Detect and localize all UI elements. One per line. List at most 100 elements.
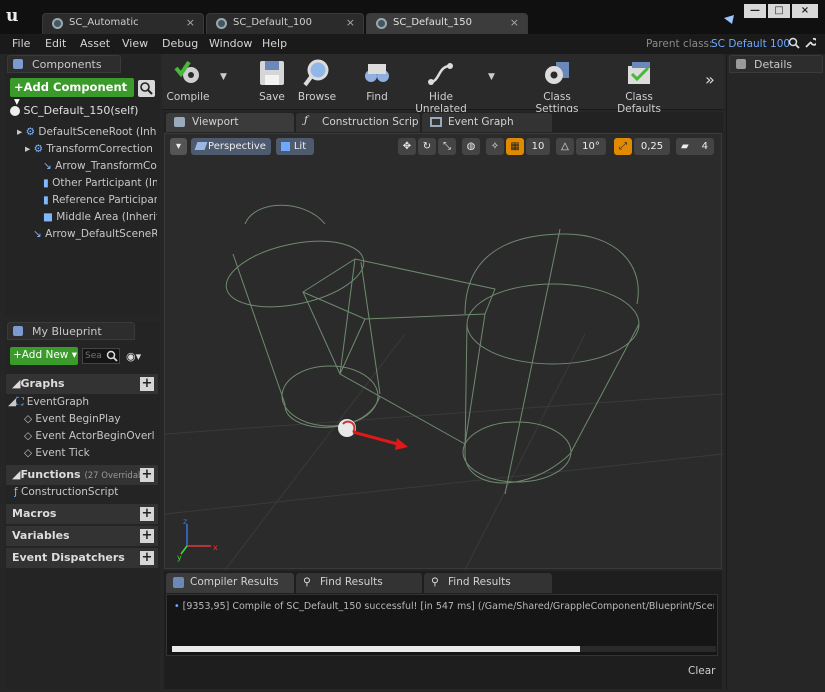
- tab-label: Event Graph: [448, 116, 514, 128]
- tree-item-transform-correction[interactable]: ▸ ⚙ TransformCorrection (Ir: [25, 143, 157, 155]
- parent-class-label: Parent class:: [646, 38, 713, 50]
- hide-unrelated-dropdown[interactable]: ▼: [488, 72, 495, 82]
- add-component-button[interactable]: +Add Component ▾: [10, 78, 134, 108]
- tab-find-results-2[interactable]: ⚲ Find Results: [424, 573, 552, 593]
- toolbar-overflow-chevron-icon[interactable]: »: [705, 70, 715, 89]
- bell-icon[interactable]: [722, 12, 736, 26]
- menu-debug[interactable]: Debug: [162, 37, 198, 50]
- class-settings-button[interactable]: Class Settings: [522, 56, 592, 115]
- tab-find-results-1[interactable]: ⚲ Find Results: [296, 573, 422, 593]
- components-search-button[interactable]: [138, 80, 155, 97]
- box-component-icon: ■: [43, 211, 53, 223]
- rotation-snap-value[interactable]: 10°: [576, 138, 606, 155]
- compiler-results-icon: [173, 577, 184, 588]
- functions-section-header[interactable]: ◢Functions (27 Overridable): [6, 465, 158, 485]
- event-dispatchers-section-header[interactable]: Event Dispatchers: [6, 548, 158, 568]
- tab-sc-default-150[interactable]: SC_Default_150 ×: [366, 13, 528, 34]
- add-graph-button[interactable]: +: [140, 377, 154, 391]
- event-graph-item[interactable]: ◢⛶ EventGraph: [8, 396, 156, 409]
- translate-mode-icon[interactable]: ✥: [398, 138, 416, 155]
- close-window-button[interactable]: ×: [792, 4, 818, 18]
- close-icon[interactable]: ×: [346, 16, 355, 29]
- hide-unrelated-button[interactable]: Hide Unrelated: [404, 56, 478, 115]
- rotate-mode-icon[interactable]: ↻: [418, 138, 436, 155]
- add-new-button[interactable]: +Add New ▾: [10, 347, 78, 365]
- search-icon[interactable]: [788, 37, 800, 49]
- blueprint-editor-window: u SC_Automatic × SC_Default_100 × SC_Def…: [0, 0, 825, 692]
- parent-class-link[interactable]: SC Default 100: [711, 38, 790, 50]
- close-icon[interactable]: ×: [186, 16, 195, 29]
- class-defaults-button[interactable]: Class Defaults: [602, 56, 676, 115]
- menu-file[interactable]: File: [12, 37, 30, 50]
- add-event-dispatcher-button[interactable]: +: [140, 551, 154, 565]
- construction-script-item[interactable]: ƒ ConstructionScript: [14, 486, 156, 498]
- event-actor-begin-overlap-item[interactable]: ◇ Event ActorBeginOverl: [24, 430, 156, 442]
- view-options-eye-icon[interactable]: ◉▾: [126, 350, 141, 363]
- save-button[interactable]: Save: [254, 56, 290, 108]
- tree-item-middle-area[interactable]: ■ Middle Area (Inherited: [43, 211, 157, 223]
- tree-item-reference-participant[interactable]: ▮ Reference Participant: [43, 194, 157, 206]
- compile-gear-check-icon: [173, 58, 203, 88]
- lit-button[interactable]: Lit: [276, 138, 314, 155]
- scale-snap-value[interactable]: 0,25: [634, 138, 670, 155]
- menu-view[interactable]: View: [122, 37, 148, 50]
- menu-asset[interactable]: Asset: [80, 37, 110, 50]
- perspective-button[interactable]: Perspective: [191, 138, 271, 155]
- compile-button[interactable]: Compile: [166, 56, 210, 108]
- tree-item-default-scene-root[interactable]: ▸ ⚙ DefaultSceneRoot (Inheri: [17, 126, 157, 138]
- minimize-button[interactable]: —: [744, 4, 766, 18]
- event-tick-item[interactable]: ◇ Event Tick: [24, 447, 156, 459]
- viewport-3d[interactable]: x z y: [164, 133, 724, 571]
- add-variable-button[interactable]: +: [140, 529, 154, 543]
- scrollbar-thumb[interactable]: [172, 646, 580, 652]
- close-icon[interactable]: ×: [510, 16, 519, 29]
- compiler-log-line[interactable]: • [9353,95] Compile of SC_Default_150 su…: [174, 601, 714, 612]
- menu-help[interactable]: Help: [262, 37, 287, 50]
- surface-snap-icon[interactable]: ✧: [486, 138, 504, 155]
- event-begin-play-item[interactable]: ◇ Event BeginPlay: [24, 413, 156, 425]
- browse-magnifier-icon: [302, 58, 332, 88]
- variables-section-header[interactable]: Variables: [6, 526, 158, 546]
- graphs-section-header[interactable]: ◢Graphs: [6, 374, 158, 394]
- browse-button[interactable]: Browse: [296, 56, 338, 108]
- macros-section-header[interactable]: Macros: [6, 504, 158, 524]
- svg-text:y: y: [177, 553, 182, 562]
- event-node-icon: ◇: [24, 447, 33, 459]
- component-self[interactable]: SC_Default_150(self): [10, 104, 158, 117]
- find-button[interactable]: Find: [360, 56, 394, 108]
- compile-options-dropdown[interactable]: ▼: [220, 72, 227, 82]
- tree-item-other-participant[interactable]: ▮ Other Participant (Inh: [43, 177, 157, 189]
- add-macro-button[interactable]: +: [140, 507, 154, 521]
- viewport-options-dropdown[interactable]: ▾: [170, 138, 187, 155]
- scene-component-icon: ⚙: [25, 126, 36, 138]
- clear-button[interactable]: Clear: [688, 665, 715, 677]
- tab-viewport[interactable]: Viewport: [166, 113, 294, 132]
- grid-snap-value[interactable]: 10: [526, 138, 550, 155]
- components-panel-tab[interactable]: Components: [7, 55, 121, 73]
- camera-speed-value: 4: [701, 141, 708, 152]
- maximize-button[interactable]: □: [768, 4, 790, 18]
- tab-construction-script[interactable]: ƒ Construction Scrip: [296, 113, 420, 132]
- menu-edit[interactable]: Edit: [45, 37, 66, 50]
- wrench-icon[interactable]: [804, 37, 818, 49]
- tab-sc-default-100[interactable]: SC_Default_100 ×: [206, 13, 364, 34]
- tree-item-arrow-transform[interactable]: ↘ Arrow_TransformCorr: [43, 160, 157, 172]
- tab-event-graph[interactable]: Event Graph: [422, 113, 552, 132]
- log-horizontal-scrollbar[interactable]: [172, 646, 716, 652]
- world-local-icon[interactable]: ◍: [462, 138, 480, 155]
- tree-item-arrow-default-scene-root[interactable]: ↘ Arrow_DefaultSceneRoo: [33, 228, 157, 240]
- tab-compiler-results[interactable]: Compiler Results: [166, 573, 294, 593]
- rotation-snap-icon[interactable]: △: [556, 138, 574, 155]
- scale-mode-icon[interactable]: ⤡: [438, 138, 456, 155]
- scale-snap-icon[interactable]: ⤢: [614, 138, 632, 155]
- grid-snap-icon[interactable]: ▦: [506, 138, 524, 155]
- camera-speed-button[interactable]: ▰ 4: [676, 138, 714, 155]
- menu-window[interactable]: Window: [209, 37, 252, 50]
- collision-wireframe: [225, 204, 640, 495]
- my-blueprint-tab[interactable]: My Blueprint: [7, 322, 135, 340]
- add-function-button[interactable]: +: [140, 468, 154, 482]
- construction-script-label: ConstructionScript: [21, 486, 119, 498]
- tab-sc-automatic[interactable]: SC_Automatic ×: [42, 13, 204, 34]
- tree-item-label: DefaultSceneRoot (Inheri: [38, 126, 157, 138]
- tab-label: SC_Default_150: [393, 17, 472, 28]
